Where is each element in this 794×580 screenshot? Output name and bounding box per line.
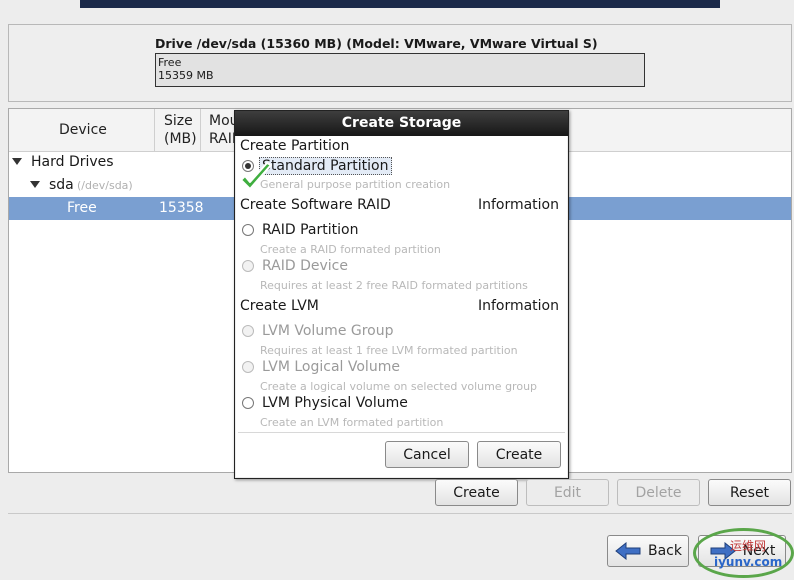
arrow-left-icon [615,542,641,560]
checkmark-icon [240,162,272,190]
lvm-physical-volume-label: LVM Physical Volume [262,395,408,411]
raid-device-desc: Requires at least 2 free RAID formated p… [260,279,528,292]
expander-icon[interactable] [30,174,46,197]
hard-drives-label: Hard Drives [31,154,114,170]
create-button[interactable]: Create [435,479,518,506]
drive-panel: Drive /dev/sda (15360 MB) (Model: VMware… [8,24,792,102]
lvm-volume-group-desc: Requires at least 1 free LVM formated pa… [260,344,518,357]
radio-icon[interactable] [242,224,254,236]
back-label: Back [648,543,682,559]
lvm-information-link[interactable]: Information [478,298,559,314]
raid-partition-label: RAID Partition [262,222,359,238]
drive-free-segment[interactable]: Free 15359 MB [155,53,645,87]
watermark-text-bottom: iyunv.com [714,555,783,569]
dialog-body: Create Partition Standard Partition Gene… [236,136,567,477]
lvm-logical-volume-label: LVM Logical Volume [262,359,400,375]
lvm-volume-group-option: LVM Volume Group [242,323,394,339]
column-header-device[interactable]: Device [9,109,155,152]
raid-partition-option[interactable]: RAID Partition [242,222,358,238]
lvm-physical-volume-option[interactable]: LVM Physical Volume [242,395,408,411]
drive-free-size: 15359 MB [158,69,214,82]
sda-path: (/dev/sda) [77,179,133,192]
watermark-text-top: 运维网 [730,539,767,553]
radio-icon [242,361,254,373]
radio-icon[interactable] [242,397,254,409]
create-partition-heading: Create Partition [240,138,350,154]
free-label: Free [67,200,97,216]
expander-icon[interactable] [12,151,28,174]
back-button[interactable]: Back [607,535,689,567]
raid-device-option: RAID Device [242,258,348,274]
lvm-volume-group-label: LVM Volume Group [262,323,394,339]
create-lvm-heading: Create LVM [240,298,319,314]
radio-icon [242,260,254,272]
raid-information-link[interactable]: Information [478,197,559,213]
dialog-cancel-button[interactable]: Cancel [385,441,469,468]
free-size: 15358 [159,200,204,216]
lvm-logical-volume-option: LVM Logical Volume [242,359,400,375]
create-raid-heading: Create Software RAID [240,197,391,213]
sda-label: sda [49,177,74,193]
dialog-title: Create Storage [235,111,568,136]
raid-device-label: RAID Device [262,258,348,274]
reset-button[interactable]: Reset [708,479,791,506]
dialog-create-button[interactable]: Create [477,441,561,468]
lvm-logical-volume-desc: Create a logical volume on selected volu… [260,380,538,393]
standard-partition-desc: General purpose partition creation [260,178,451,191]
drive-title: Drive /dev/sda (15360 MB) (Model: VMware… [155,36,598,51]
edit-button: Edit [526,479,609,506]
column-header-size[interactable]: Size (MB) [155,109,201,152]
create-storage-dialog: Create Storage Create Partition Standard… [234,110,569,479]
drive-free-label: Free [158,56,182,69]
lvm-physical-volume-desc: Create an LVM formated partition [260,416,444,429]
footer-divider [8,513,792,514]
radio-icon [242,325,254,337]
raid-partition-desc: Create a RAID formated partition [260,243,441,256]
delete-button: Delete [617,479,700,506]
installer-banner [80,0,720,8]
standard-partition-label: Standard Partition [259,157,392,175]
dialog-separator [238,432,565,433]
